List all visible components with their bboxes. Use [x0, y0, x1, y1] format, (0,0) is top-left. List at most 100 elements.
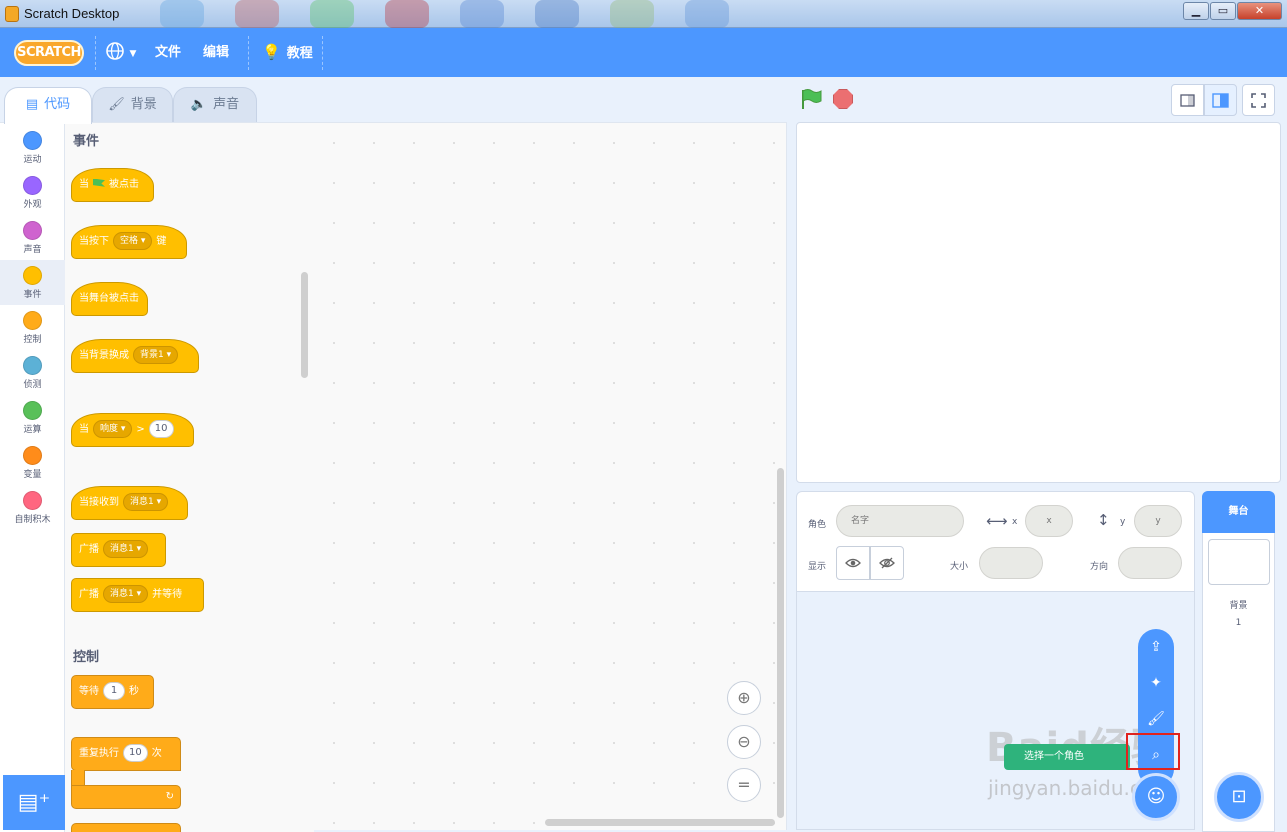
taskbar-ghost-icon [160, 0, 204, 28]
category-label: 外观 [23, 200, 42, 210]
menu-divider [95, 36, 96, 70]
add-extension-button[interactable]: ▤⁺ [3, 775, 65, 830]
scratch-logo[interactable]: SCRATCH [14, 40, 84, 66]
message-dropdown[interactable]: 消息1 ▾ [103, 540, 149, 558]
block-when-i-receive[interactable]: 当接收到 消息1 ▾ [71, 486, 188, 520]
y-label: y [1120, 517, 1126, 527]
choose-backdrop-button[interactable]: ⊡ [1214, 772, 1264, 822]
fullscreen-icon [1251, 93, 1266, 108]
stage-pane-header: 舞台 [1202, 491, 1275, 533]
x-field[interactable]: x [1025, 505, 1073, 537]
tutorials-label: 教程 [286, 46, 313, 61]
number-input[interactable]: 1 [103, 682, 125, 700]
maximize-button[interactable]: ▭ [1210, 2, 1236, 20]
block-text: 键 [156, 236, 167, 247]
block-text: 广播 [79, 589, 99, 600]
window-title-bar: Scratch Desktop ▁ ▭ ✕ [0, 0, 1287, 28]
category-dot [23, 356, 42, 375]
block-when-backdrop-switches[interactable]: 当背景换成 背景1 ▾ [71, 339, 199, 373]
number-input[interactable]: 10 [123, 744, 148, 762]
normal-stage-button[interactable] [1204, 84, 1237, 116]
block-when-flag-clicked[interactable]: 当 被点击 [71, 168, 154, 202]
paint-sprite-button[interactable]: 🖌 [1138, 701, 1174, 737]
dropdown-value: 空格 [120, 236, 139, 246]
zoom-out-button[interactable]: ⊖ [727, 725, 761, 759]
backdrop-dropdown[interactable]: 背景1 ▾ [133, 346, 179, 364]
number-input[interactable]: 10 [148, 420, 174, 438]
category-motion[interactable]: 运动 [0, 125, 65, 170]
key-dropdown[interactable]: 空格 ▾ [113, 232, 153, 250]
block-text: 当背景换成 [79, 350, 129, 361]
sensor-dropdown[interactable]: 响度 ▾ [93, 420, 133, 438]
y-arrow-icon: ↕ [1097, 511, 1110, 529]
category-dot [23, 446, 42, 465]
stage-thumbnail[interactable] [1208, 539, 1270, 585]
message-dropdown[interactable]: 消息1 ▾ [103, 585, 149, 603]
tutorials-menu[interactable]: 💡 教程 [262, 28, 314, 77]
tab-code[interactable]: ▤ 代码 [4, 87, 92, 124]
tab-sounds[interactable]: 🔈 声音 [173, 87, 257, 123]
code-tab-icon: ▤ [25, 97, 39, 112]
edit-menu[interactable]: 编辑 [203, 28, 229, 77]
block-wait-seconds[interactable]: 等待 1 秒 [71, 675, 154, 709]
category-control[interactable]: 控制 [0, 305, 65, 350]
repeat-footer: ↻ [71, 785, 181, 809]
block-text: 广播 [79, 544, 99, 555]
category-my-blocks[interactable]: 自制积木 [0, 485, 65, 530]
choose-sprite-button[interactable]: ☺ [1132, 773, 1180, 821]
zoom-reset-button[interactable]: = [727, 768, 761, 802]
chevron-down-icon: ▼ [129, 49, 137, 59]
block-text: > [136, 424, 145, 435]
taskbar-ghost-icon [385, 0, 429, 28]
block-when-greater-than[interactable]: 当响度 ▾ >10 [71, 413, 194, 447]
category-sensing[interactable]: 侦测 [0, 350, 65, 395]
zoom-in-button[interactable]: ⊕ [727, 681, 761, 715]
paintbrush-icon: 🖌 [1147, 711, 1165, 727]
direction-field[interactable] [1118, 547, 1182, 579]
category-operators[interactable]: 运算 [0, 395, 65, 440]
stop-icon[interactable] [833, 89, 853, 109]
category-events[interactable]: 事件 [0, 260, 65, 305]
hide-sprite-button[interactable] [870, 546, 904, 580]
image-icon: ⊡ [1231, 786, 1247, 807]
tab-costumes[interactable]: 🖌 背景 [92, 87, 173, 123]
script-area[interactable] [314, 122, 787, 830]
fullscreen-button[interactable] [1242, 84, 1275, 116]
block-when-key-pressed[interactable]: 当按下 空格 ▾ 键 [71, 225, 187, 259]
block-repeat[interactable]: 重复执行 10 次 [71, 737, 181, 771]
language-menu[interactable]: ▼ [105, 28, 141, 77]
block-broadcast[interactable]: 广播 消息1 ▾ [71, 533, 166, 567]
block-text: 当 [79, 179, 89, 190]
small-stage-button[interactable] [1171, 84, 1204, 116]
surprise-sprite-button[interactable]: ✦ [1138, 665, 1174, 701]
green-flag-icon[interactable] [800, 88, 822, 110]
block-broadcast-and-wait[interactable]: 广播 消息1 ▾ 并等待 [71, 578, 204, 612]
stage-canvas[interactable] [796, 122, 1281, 483]
category-variables[interactable]: 变量 [0, 440, 65, 485]
palette-scrollbar[interactable] [301, 272, 308, 378]
tab-costumes-label: 背景 [130, 97, 157, 112]
file-menu[interactable]: 文件 [155, 28, 181, 77]
minimize-button[interactable]: ▁ [1183, 2, 1209, 20]
block-when-stage-clicked[interactable]: 当舞台被点击 [71, 282, 148, 316]
y-field[interactable]: y [1134, 505, 1182, 537]
size-field[interactable] [979, 547, 1043, 579]
upload-sprite-button[interactable]: ⇪ [1138, 629, 1174, 665]
show-sprite-button[interactable] [836, 546, 870, 580]
script-horizontal-scrollbar[interactable] [545, 819, 775, 826]
script-vertical-scrollbar[interactable] [777, 468, 784, 818]
sprite-name-field[interactable]: 名字 [836, 505, 964, 537]
category-label: 运动 [23, 155, 42, 165]
close-button[interactable]: ✕ [1237, 2, 1282, 20]
dropdown-value: 消息1 [130, 497, 154, 507]
category-looks[interactable]: 外观 [0, 170, 65, 215]
extension-icon: ▤⁺ [17, 790, 51, 815]
eye-slash-icon [879, 557, 895, 568]
category-dot [23, 221, 42, 240]
category-menu: 运动 外观 声音 事件 控制 侦测 运算 变量 自制积木 [0, 122, 65, 832]
category-sound[interactable]: 声音 [0, 215, 65, 260]
taskbar-ghost-icon [460, 0, 504, 28]
direction-label: 方向 [1090, 562, 1109, 572]
message-dropdown[interactable]: 消息1 ▾ [123, 493, 169, 511]
block-partial[interactable] [71, 823, 181, 832]
